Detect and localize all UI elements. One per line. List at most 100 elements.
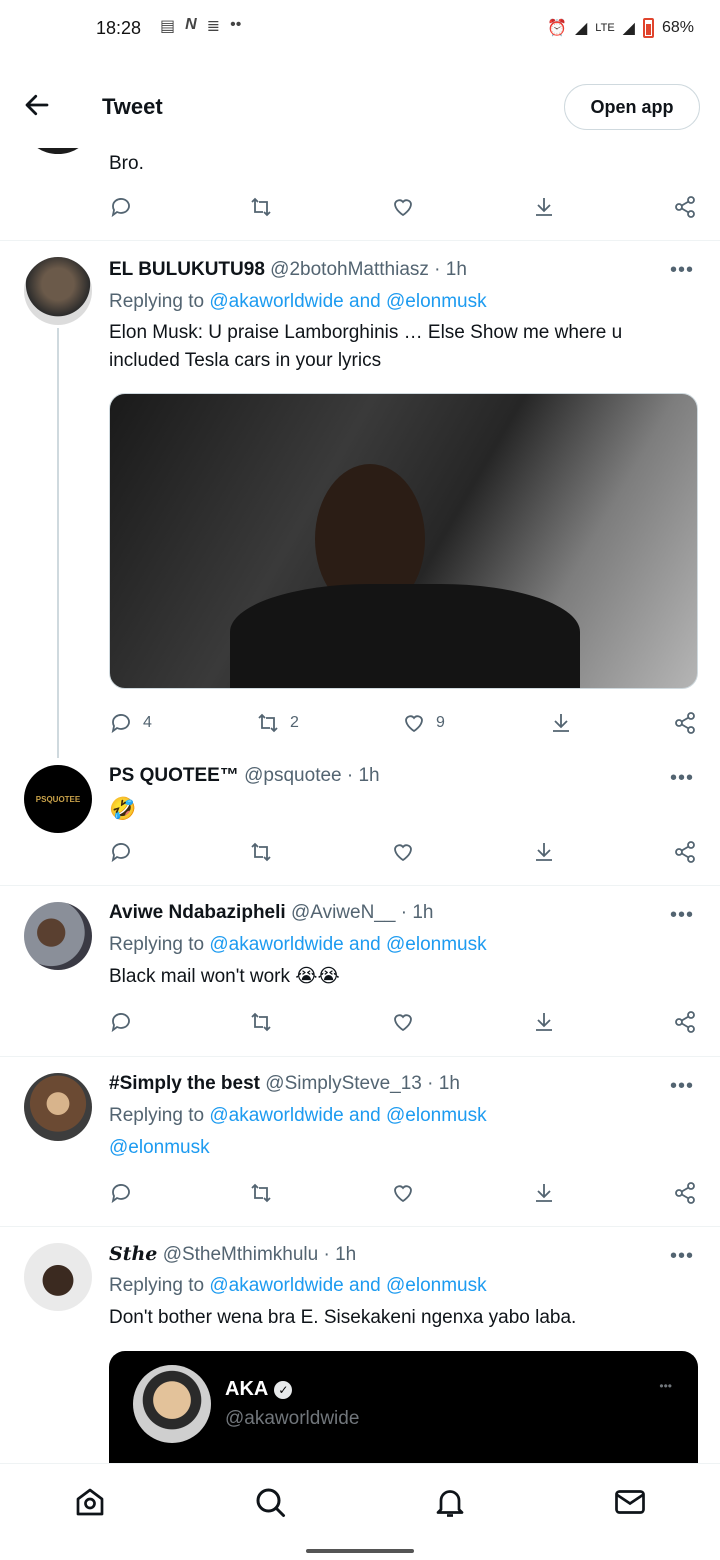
download-button[interactable] [532,840,556,864]
avatar[interactable] [24,1073,92,1141]
home-indicator[interactable] [306,1549,414,1553]
author-meta: @SimplySteve_13 · 1h [265,1073,460,1094]
tweet[interactable]: EL BULUKUTU98 @2botohMatthiasz · 1h ••• … [0,241,720,751]
tweet-actions [109,1010,699,1040]
page-title: Tweet [102,94,163,119]
reply-button[interactable]: 4 [109,711,152,735]
like-button[interactable] [391,195,415,219]
retweet-button[interactable] [249,1181,273,1205]
retweet-button[interactable] [249,1010,273,1034]
heart-icon [394,844,412,862]
author-meta: @2botohMatthiasz · 1h [270,259,467,280]
download-icon [553,714,569,732]
tweet-partial[interactable]: Bro. [0,148,720,240]
download-button[interactable] [532,195,556,219]
mention-link[interactable]: @akaworldwide and @elonmusk [209,1105,486,1126]
notifications-icon[interactable] [432,1484,468,1520]
avatar[interactable]: PSQUOTEE [24,765,92,833]
retweet-button[interactable] [249,195,273,219]
tweet-text: Bro. [109,153,144,174]
download-button[interactable] [549,711,573,735]
alarm-icon: ⏰ [547,20,567,37]
stack-icon: ≣ [206,18,221,35]
share-button[interactable] [673,195,697,219]
avatar[interactable] [24,1243,92,1311]
tweet-text-mention[interactable]: @elonmusk [109,1134,689,1162]
tweet-text: 🤣 [109,796,137,821]
share-button[interactable] [673,1181,697,1205]
like-button[interactable] [391,840,415,864]
heart-icon [394,199,412,217]
tweet[interactable]: Aviwe Ndabazipheli @AviweN__ · 1h ••• Re… [0,886,720,1056]
top-bar: Tweet Open app [0,62,720,148]
download-button[interactable] [532,1181,556,1205]
quoted-tweet[interactable]: AKA ✓ @akaworldwide ••• [109,1351,698,1464]
search-icon[interactable] [252,1484,288,1520]
more-options-icon[interactable]: ••• [670,1245,694,1268]
more-options-icon[interactable]: ••• [670,1075,694,1098]
share-icon [675,196,695,218]
heart-icon [405,715,423,733]
like-button[interactable] [391,1181,415,1205]
like-button[interactable] [391,1010,415,1034]
quoted-handle: @akaworldwide [225,1408,360,1429]
messages-icon[interactable] [612,1484,648,1520]
reply-icon [111,714,130,734]
avatar[interactable] [24,902,92,970]
back-arrow-icon[interactable] [22,90,52,120]
reply-button[interactable] [109,1010,133,1034]
author-name: PS QUOTEE™ [109,765,239,786]
battery-level: 68% [661,19,694,36]
retweet-icon [251,197,271,217]
quoted-avatar[interactable] [133,1365,211,1443]
author-name: EL BULUKUTU98 [109,259,265,280]
tweet[interactable]: #Simply the best @SimplySteve_13 · 1h ••… [0,1057,720,1227]
reply-button[interactable] [109,840,133,864]
tweet-list[interactable]: Bro. EL BULUKUTU98 @2botohMatthiasz · 1h… [0,148,720,1464]
share-button[interactable] [673,711,697,735]
tweet-author[interactable]: #Simply the best @SimplySteve_13 · 1h [109,1073,460,1095]
replying-to: Replying to @akaworldwide and @elonmusk [109,1275,487,1297]
download-icon [536,198,552,216]
avatar[interactable] [28,148,88,154]
mention-link[interactable]: @akaworldwide and @elonmusk [209,934,486,955]
more-options-icon[interactable]: ••• [670,767,694,790]
tweet[interactable]: Sthe @StheMthimkhulu · 1h ••• Replying t… [0,1227,720,1464]
quoted-more-icon[interactable]: ••• [659,1379,672,1393]
reply-icon [111,843,130,863]
tweet[interactable]: PSQUOTEE PS QUOTEE™ @psquotee · 1h ••• 🤣 [0,751,720,885]
reply-button[interactable] [109,195,133,219]
replying-to: Replying to @akaworldwide and @elonmusk [109,291,487,313]
more-options-icon[interactable]: ••• [670,904,694,927]
replying-label: Replying to [109,1275,205,1296]
retweet-button[interactable] [249,840,273,864]
tweet-author[interactable]: PS QUOTEE™ @psquotee · 1h [109,765,380,787]
share-button[interactable] [673,840,697,864]
share-button[interactable] [673,1010,697,1034]
tweet-author[interactable]: Sthe @StheMthimkhulu · 1h [109,1243,356,1266]
tweet-author[interactable]: EL BULUKUTU98 @2botohMatthiasz · 1h [109,259,467,281]
tweet-image[interactable] [109,393,698,689]
home-icon[interactable] [72,1484,108,1520]
download-button[interactable] [532,1010,556,1034]
replying-label: Replying to [109,1105,205,1126]
retweet-icon [251,1012,271,1032]
tweet-text: Black mail won't work 😭😭 [109,966,340,987]
reply-icon [111,1013,130,1033]
tweet-text: Elon Musk: U praise Lamborghinis … Else … [109,322,623,371]
image-person-jacket [230,584,580,688]
tweet-author[interactable]: Aviwe Ndabazipheli @AviweN__ · 1h [109,902,433,924]
avatar[interactable] [24,257,92,325]
mention-link[interactable]: @akaworldwide and @elonmusk [209,291,486,312]
heart-icon [394,1185,412,1203]
reply-button[interactable] [109,1181,133,1205]
quoted-author[interactable]: AKA ✓ [225,1378,293,1401]
more-options-icon[interactable]: ••• [670,259,694,282]
mention-link[interactable]: @akaworldwide and @elonmusk [209,1275,486,1296]
share-icon [675,1011,695,1033]
retweet-icon [251,1183,271,1203]
like-button[interactable]: 9 [402,711,445,735]
retweet-button[interactable]: 2 [256,711,299,735]
open-app-button[interactable]: Open app [564,84,700,130]
replying-to: Replying to @akaworldwide and @elonmusk [109,1105,487,1127]
